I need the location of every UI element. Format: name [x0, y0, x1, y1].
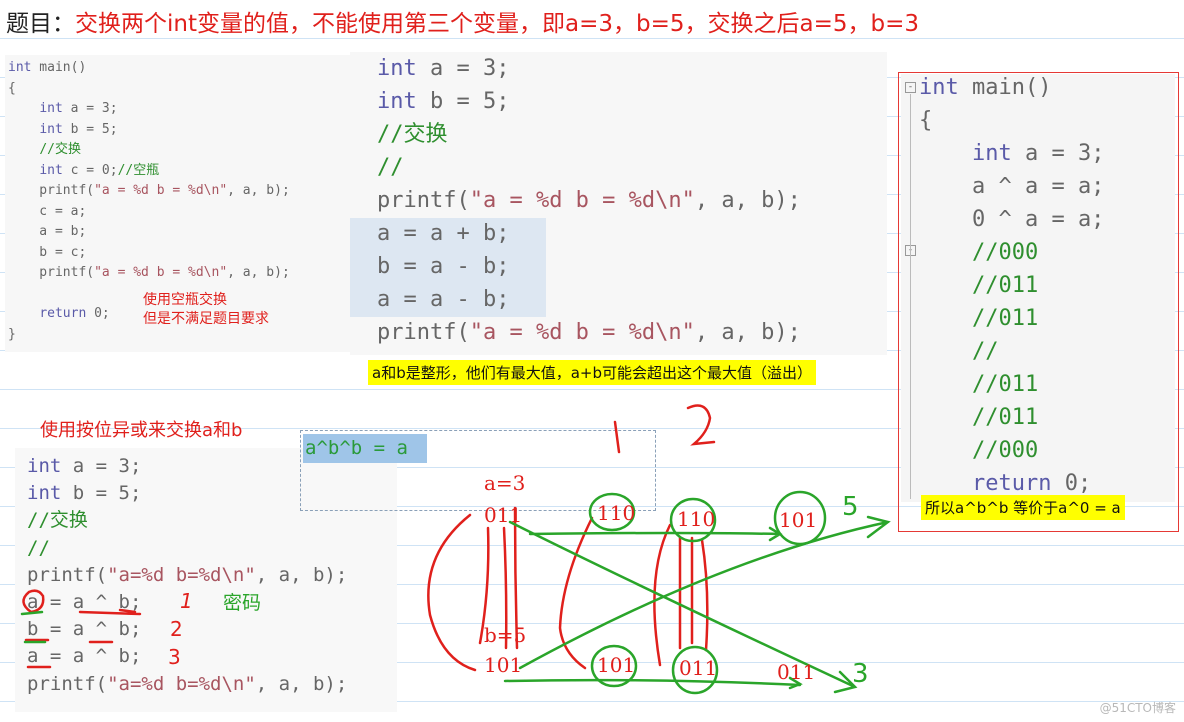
a-label: a=3: [484, 471, 525, 495]
key-label: 密码: [223, 592, 261, 614]
bottom-arrow: [503, 676, 803, 690]
step1-top: 110: [597, 501, 635, 525]
b-label: b=5: [484, 623, 526, 647]
hand-mark-3: 3: [168, 645, 181, 669]
hand-mark-2: 2: [170, 617, 183, 641]
hand-mark-1: 1: [180, 589, 193, 613]
top-arrow: [528, 526, 783, 542]
step2-bottom: 011: [679, 656, 717, 680]
underline-mark: [78, 608, 142, 616]
underline-mark: [24, 638, 114, 669]
result-top: 101: [779, 508, 817, 532]
circle-a-mark: [22, 589, 45, 614]
step-mark-2: [686, 404, 716, 446]
step2-top: 110: [677, 507, 715, 531]
bracket-arc: [427, 513, 477, 672]
result-top-value: 5: [842, 492, 859, 522]
b-binary: 101: [484, 653, 522, 677]
step1-bottom: 101: [597, 653, 635, 677]
watermark: @51CTO博客: [1099, 701, 1176, 715]
underline-mark: [20, 610, 44, 616]
handwritten-annotations: a=3 011 b=5 101 110 101 110 011 101 011 …: [20, 404, 891, 695]
result-bottom-value: 3: [852, 659, 869, 689]
step-mark-1: [613, 420, 621, 454]
a-binary: 011: [484, 503, 522, 527]
result-bottom: 011: [777, 660, 815, 684]
bracket-arc: [558, 516, 594, 670]
